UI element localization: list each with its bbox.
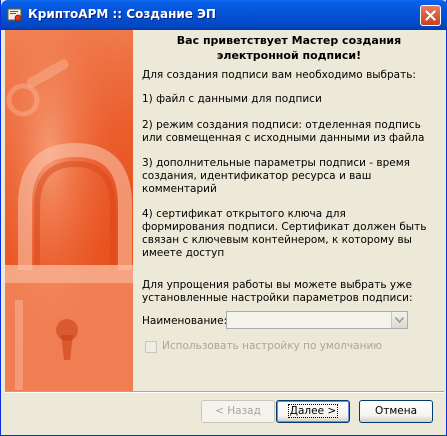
close-icon: [425, 10, 436, 21]
cancel-button-label: Отмена: [374, 405, 418, 417]
combo-dropdown-button[interactable]: [391, 312, 407, 328]
cancel-button[interactable]: Отмена: [359, 400, 433, 423]
wizard-window: КриптоАРМ :: Создание ЭП Вас приветствуе…: [0, 0, 447, 436]
default-settings-label: Использовать настройку по умолчанию: [162, 340, 383, 352]
next-button-label: Далее >: [287, 404, 339, 418]
chevron-down-icon: [395, 317, 404, 323]
settings-name-select[interactable]: [226, 311, 408, 329]
padlock-banner-image: [5, 30, 133, 391]
button-separator: [5, 391, 444, 393]
back-button[interactable]: < Назад: [201, 400, 275, 423]
name-label: Наименование:: [142, 315, 228, 327]
wizard-content: Вас приветствует Мастер создания электро…: [133, 30, 445, 391]
step-1-text: 1) файл с данными для подписи: [142, 93, 322, 105]
window-title: КриптоАРМ :: Создание ЭП: [28, 7, 216, 21]
settings-hint-text: Для упрощения работы вы можете выбрать у…: [142, 279, 413, 304]
step-3-text: 3) дополнительные параметры подписи - вр…: [142, 157, 410, 195]
next-button[interactable]: Далее >: [276, 400, 350, 423]
app-certificate-icon: [7, 7, 23, 23]
wizard-heading: Вас приветствует Мастер создания электро…: [176, 34, 402, 62]
intro-text: Для создания подписи вам необходимо выбр…: [142, 69, 416, 81]
close-button[interactable]: [420, 5, 441, 26]
step-2-text: 2) режим создания подписи: отделенная по…: [142, 119, 425, 144]
default-settings-checkbox[interactable]: [145, 341, 157, 353]
step-4-text: 4) сертификат открытого ключа для формир…: [142, 208, 427, 259]
back-button-label: < Назад: [215, 405, 261, 417]
title-bar[interactable]: КриптоАРМ :: Создание ЭП: [1, 0, 447, 30]
